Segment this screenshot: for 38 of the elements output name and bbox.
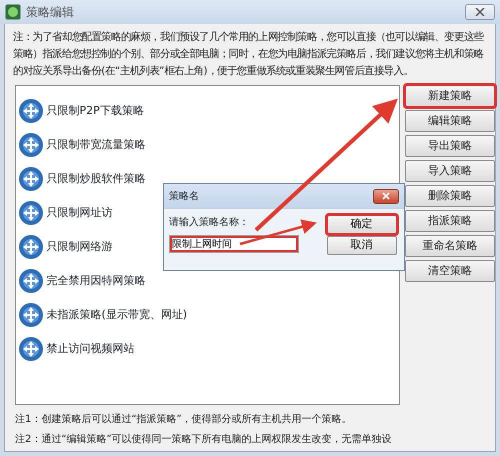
policy-label[interactable]: 只限制网络游 <box>46 238 112 256</box>
policy-label[interactable]: 只限制网址访 <box>46 204 112 222</box>
close-button[interactable] <box>465 4 495 20</box>
policy-button[interactable]: 删除策略 <box>405 185 495 207</box>
policy-button[interactable]: 新建策略 <box>405 85 495 107</box>
policy-label[interactable]: 只限制炒股软件策略 <box>46 170 146 188</box>
policy-label[interactable]: 只限制P2P下载策略 <box>46 102 144 120</box>
note-text: 注：为了省却您配置策略的麻烦，我们预设了几个常用的上网控制策略，您可以直接（也可以编辑、变更这些策略）指派给您想控制的个别、部分或全部电脑；同时，在您为电脑指派完策略后，我们建议您将主机和策略的对应关系导出备份(在“主机列表”框右上角)，便于您重做系统或重装聚生网管后直接导入。 <box>12 30 485 79</box>
dialog-button[interactable]: 确定 <box>326 214 396 234</box>
policy-icon <box>18 166 44 192</box>
policy-button[interactable]: 指派策略 <box>405 210 495 232</box>
policy-icon <box>18 200 44 226</box>
dialog-title: 策略名 <box>169 190 199 204</box>
close-icon <box>475 8 485 16</box>
policy-icon <box>18 234 44 260</box>
policy-label[interactable]: 未指派策略(显示带宽、网址) <box>46 306 188 324</box>
policy-button[interactable]: 编辑策略 <box>405 110 495 132</box>
policy-button[interactable]: 重命名策略 <box>405 235 495 257</box>
close-button[interactable] <box>373 189 399 204</box>
policy-label[interactable]: 只限制带宽流量策略 <box>46 136 146 154</box>
policy-button[interactable]: 导出策略 <box>405 135 495 157</box>
footnote: 注1：创建策略后可以通过“指派策略”，使得部分或所有主机共用一个策略。 <box>14 412 353 426</box>
close-icon <box>382 192 390 200</box>
app-icon <box>5 4 21 20</box>
policy-icon <box>18 98 44 124</box>
policy-button[interactable]: 清空策略 <box>405 260 495 282</box>
window-title: 策略编辑 <box>26 4 75 21</box>
input-field[interactable]: 限制上网时间 <box>169 234 299 252</box>
prompt-label: 请输入策略名称： <box>169 216 250 230</box>
policy-icon <box>18 268 44 294</box>
policy-icon <box>18 132 44 158</box>
policy-icon <box>18 302 44 328</box>
dialog-button[interactable]: 取消 <box>326 236 396 255</box>
policy-icon <box>18 336 44 362</box>
policy-label[interactable]: 禁止访问视频网站 <box>46 340 134 358</box>
policy-button[interactable]: 导入策略 <box>405 160 495 182</box>
footnote: 注2：通过“编辑策略”可以使得同一策略下所有电脑的上网权限发生改变，无需单独设 <box>14 432 393 446</box>
policy-label[interactable]: 完全禁用因特网策略 <box>46 272 146 290</box>
